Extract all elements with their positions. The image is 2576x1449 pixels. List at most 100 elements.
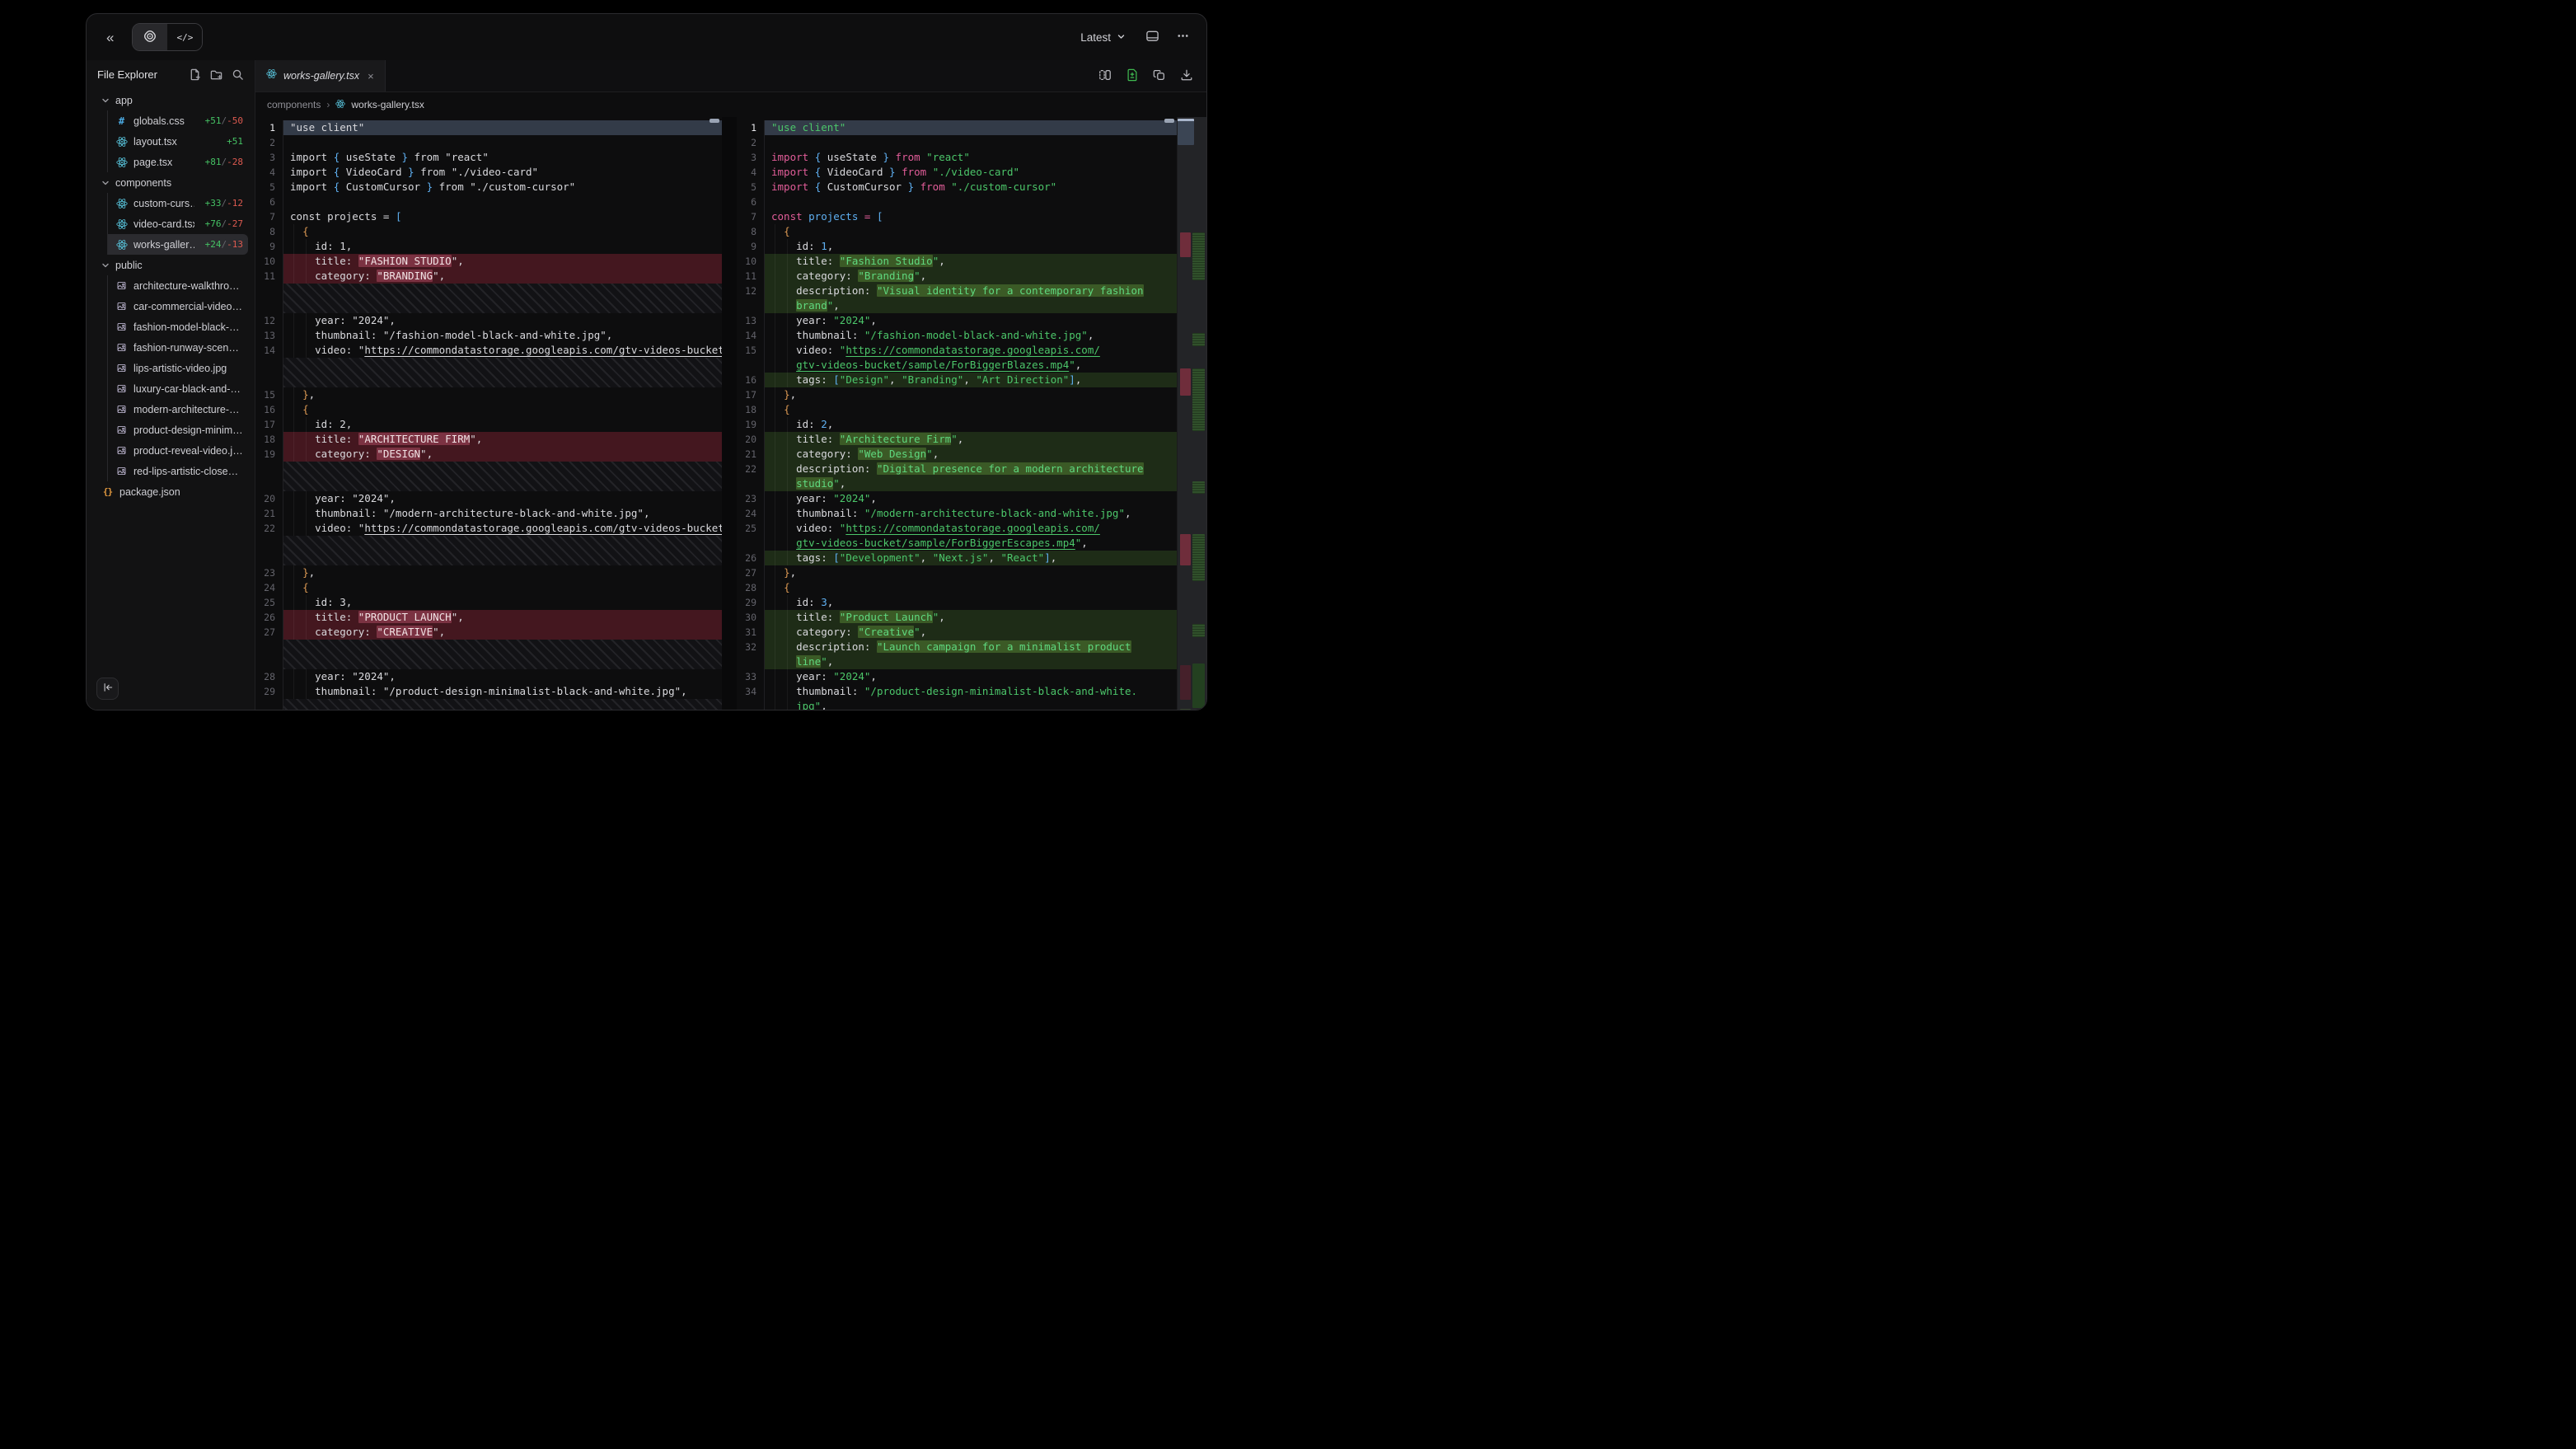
file-video-card.tsx[interactable]: video-card.tsx+76/-27 [107, 213, 248, 234]
code-line[interactable]: 26 title: "PRODUCT LAUNCH", [255, 610, 722, 625]
file-lips-artistic-video.jpg[interactable]: lips-artistic-video.jpg [107, 358, 248, 378]
diff-pane-new[interactable]: 1"use client"23import { useState } from … [737, 117, 1177, 710]
breadcrumb-folder[interactable]: components [267, 99, 321, 110]
code-line[interactable]: 20 year: "2024", [255, 491, 722, 506]
diff-pane-old[interactable]: 1"use client"23import { useState } from … [255, 117, 722, 710]
code-line[interactable]: 5import { CustomCursor } from "./custom-… [737, 180, 1177, 195]
code-line[interactable]: 19 category: "DESIGN", [255, 447, 722, 462]
code-line[interactable]: jpg", [737, 699, 1177, 710]
code-line[interactable]: 2 [255, 135, 722, 150]
code-line[interactable]: 6 [255, 195, 722, 209]
code-line[interactable]: 21 thumbnail: "/modern-architecture-blac… [255, 506, 722, 521]
scrollbar-thumb[interactable] [1164, 119, 1174, 123]
code-line[interactable]: 22 description: "Digital presence for a … [737, 462, 1177, 476]
code-line[interactable]: 7const projects = [ [255, 209, 722, 224]
code-line[interactable]: 31 category: "Creative", [737, 625, 1177, 640]
code-line[interactable]: 6 [737, 195, 1177, 209]
code-line[interactable]: 11 category: "BRANDING", [255, 269, 722, 284]
code-line[interactable]: 8 { [255, 224, 722, 239]
code-line[interactable]: 32 description: "Launch campaign for a m… [737, 640, 1177, 654]
code-line[interactable]: 12 year: "2024", [255, 313, 722, 328]
file-globals.css[interactable]: #globals.css+51/-50 [107, 110, 248, 131]
file-architecture-walkthro-[interactable]: architecture-walkthro… [107, 275, 248, 296]
code-line[interactable]: 7const projects = [ [737, 209, 1177, 224]
file-diff-button[interactable] [1124, 67, 1140, 86]
version-selector[interactable]: Latest [1075, 30, 1131, 45]
tab-works-gallery[interactable]: works-gallery.tsx × [255, 60, 386, 91]
code-line[interactable]: studio", [737, 476, 1177, 491]
code-line[interactable]: 1"use client" [737, 120, 1177, 135]
preview-toggle-button[interactable] [133, 24, 167, 50]
code-line[interactable]: 3import { useState } from "react" [737, 150, 1177, 165]
split-view-button[interactable] [1097, 67, 1113, 86]
code-line[interactable]: 16 tags: ["Design", "Branding", "Art Dir… [737, 373, 1177, 387]
folder-app[interactable]: app [93, 90, 248, 110]
code-line[interactable]: 14 thumbnail: "/fashion-model-black-and-… [737, 328, 1177, 343]
code-line[interactable]: 21 category: "Web Design", [737, 447, 1177, 462]
file-custom-curs-[interactable]: custom-curs…+33/-12 [107, 193, 248, 213]
scrollbar-thumb[interactable] [710, 119, 719, 123]
file-red-lips-artistic-close-[interactable]: red-lips-artistic-close… [107, 461, 248, 481]
file-product-design-minim-[interactable]: product-design-minim… [107, 420, 248, 440]
file-car-commercial-video-[interactable]: car-commercial-video… [107, 296, 248, 317]
new-file-button[interactable] [189, 68, 201, 81]
code-line[interactable]: 29 thumbnail: "/product-design-minimalis… [255, 684, 722, 699]
code-line[interactable]: 26 tags: ["Development", "Next.js", "Rea… [737, 551, 1177, 565]
code-line[interactable]: 15 video: "https://commondatastorage.goo… [737, 343, 1177, 358]
code-line[interactable]: 8 { [737, 224, 1177, 239]
code-line[interactable]: 29 id: 3, [737, 595, 1177, 610]
code-line[interactable]: 23 }, [255, 565, 722, 580]
code-line[interactable]: 16 { [255, 402, 722, 417]
file-fashion-model-black--[interactable]: fashion-model-black-… [107, 317, 248, 337]
code-line[interactable]: 5import { CustomCursor } from "./custom-… [255, 180, 722, 195]
search-icon[interactable] [232, 68, 244, 81]
code-line[interactable]: 4import { VideoCard } from "./video-card… [255, 165, 722, 180]
code-line[interactable]: 12 description: "Visual identity for a c… [737, 284, 1177, 298]
code-line[interactable]: 18 title: "ARCHITECTURE FIRM", [255, 432, 722, 447]
file-luxury-car-black-and--[interactable]: luxury-car-black-and-… [107, 378, 248, 399]
code-line[interactable]: 28 year: "2024", [255, 669, 722, 684]
code-line[interactable]: 17 id: 2, [255, 417, 722, 432]
sidebar-collapse-button[interactable]: « [101, 27, 119, 48]
code-line[interactable]: 28 { [737, 580, 1177, 595]
code-line[interactable]: 25 id: 3, [255, 595, 722, 610]
code-line[interactable]: 11 category: "Branding", [737, 269, 1177, 284]
code-line[interactable]: 34 thumbnail: "/product-design-minimalis… [737, 684, 1177, 699]
file-works-galler-[interactable]: works-galler…+24/-13 [107, 234, 248, 255]
folder-components[interactable]: components [93, 172, 248, 193]
file-fashion-runway-scen-[interactable]: fashion-runway-scen… [107, 337, 248, 358]
code-line[interactable]: line", [737, 654, 1177, 669]
code-line[interactable]: 14 video: "https://commondatastorage.goo… [255, 343, 722, 358]
code-line[interactable]: 30 title: "Product Launch", [737, 610, 1177, 625]
code-view-toggle-button[interactable]: </> [167, 24, 202, 50]
new-folder-button[interactable] [210, 68, 222, 81]
code-line[interactable]: 24 { [255, 580, 722, 595]
code-line[interactable]: 33 year: "2024", [737, 669, 1177, 684]
copy-button[interactable] [1151, 67, 1168, 86]
code-line[interactable]: 27 }, [737, 565, 1177, 580]
code-line[interactable]: 13 year: "2024", [737, 313, 1177, 328]
folder-public[interactable]: public [93, 255, 248, 275]
code-line[interactable]: 9 id: 1, [737, 239, 1177, 254]
code-line[interactable]: 20 title: "Architecture Firm", [737, 432, 1177, 447]
tab-close-icon[interactable]: × [366, 70, 374, 82]
code-line[interactable]: 2 [737, 135, 1177, 150]
download-button[interactable] [1178, 67, 1195, 86]
code-line[interactable]: 10 title: "FASHION STUDIO", [255, 254, 722, 269]
file-package.json[interactable]: {}package.json [93, 481, 248, 502]
code-line[interactable]: 27 category: "CREATIVE", [255, 625, 722, 640]
code-line[interactable]: 13 thumbnail: "/fashion-model-black-and-… [255, 328, 722, 343]
code-line[interactable]: 24 thumbnail: "/modern-architecture-blac… [737, 506, 1177, 521]
code-line[interactable]: 22 video: "https://commondatastorage.goo… [255, 521, 722, 536]
code-line[interactable]: 3import { useState } from "react" [255, 150, 722, 165]
code-line[interactable]: 1"use client" [255, 120, 722, 135]
code-line[interactable]: 10 title: "Fashion Studio", [737, 254, 1177, 269]
code-line[interactable]: 19 id: 2, [737, 417, 1177, 432]
code-line[interactable]: 23 year: "2024", [737, 491, 1177, 506]
code-line[interactable]: 18 { [737, 402, 1177, 417]
code-line[interactable]: 15 }, [255, 387, 722, 402]
panel-layout-button[interactable] [1144, 27, 1161, 47]
more-options-button[interactable] [1174, 27, 1192, 47]
code-line[interactable]: 25 video: "https://commondatastorage.goo… [737, 521, 1177, 536]
code-line[interactable]: 17 }, [737, 387, 1177, 402]
